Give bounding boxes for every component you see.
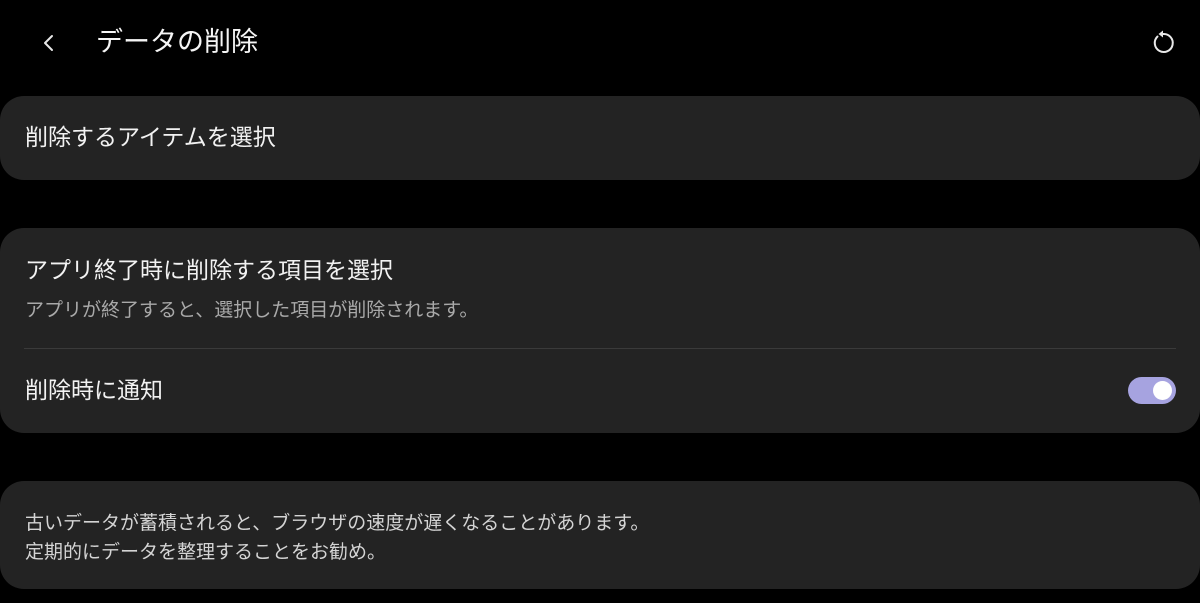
select-items-label: 削除するアイテムを選択 — [25, 125, 276, 151]
notify-on-delete-toggle[interactable] — [1128, 377, 1176, 404]
delete-on-exit-label: アプリ終了時に削除する項目を選択 — [25, 258, 393, 284]
exit-settings-card: アプリ終了時に削除する項目を選択 アプリが終了すると、選択した項目が削除されます… — [0, 228, 1200, 433]
page-title: データの削除 — [96, 27, 258, 58]
notify-on-delete-label: 削除時に通知 — [25, 378, 163, 404]
reset-button[interactable] — [1144, 24, 1182, 62]
info-text-line2: 定期的にデータを整理することをお勧め。 — [25, 541, 387, 563]
notify-on-delete-row[interactable]: 削除時に通知 — [0, 349, 1200, 433]
toggle-knob — [1153, 381, 1172, 400]
select-items-card[interactable]: 削除するアイテムを選択 — [0, 96, 1200, 180]
info-card: 古いデータが蓄積されると、ブラウザの速度が遅くなることがあります。 定期的にデー… — [0, 481, 1200, 589]
delete-on-exit-description: アプリが終了すると、選択した項目が削除されます。 — [25, 299, 479, 321]
info-text-line1: 古いデータが蓄積されると、ブラウザの速度が遅くなることがあります。 — [25, 512, 650, 534]
app-header: データの削除 — [0, 0, 1200, 86]
delete-on-exit-row[interactable]: アプリ終了時に削除する項目を選択 アプリが終了すると、選択した項目が削除されます… — [0, 228, 1200, 348]
reset-icon — [1153, 30, 1174, 53]
chevron-left-icon — [44, 35, 53, 51]
back-button[interactable] — [30, 24, 68, 62]
